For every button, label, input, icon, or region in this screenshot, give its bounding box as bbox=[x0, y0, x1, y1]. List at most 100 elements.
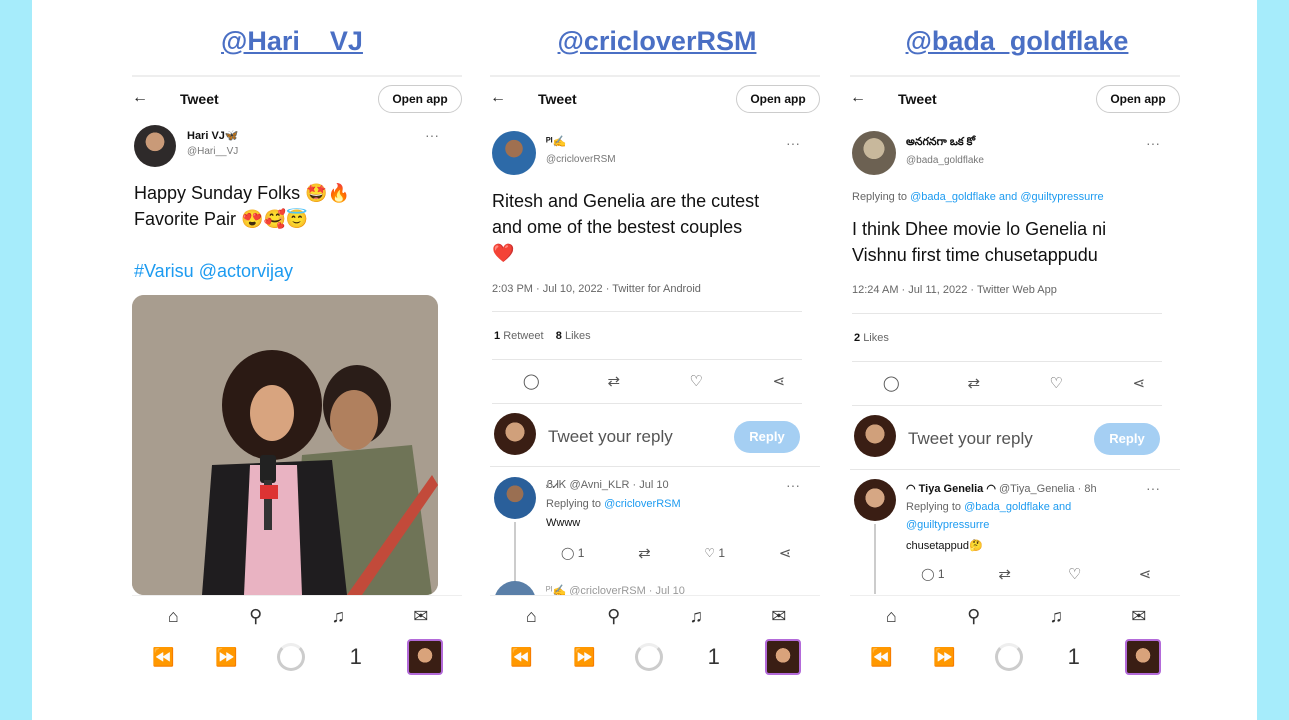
tab-count[interactable]: 1 bbox=[344, 644, 368, 670]
profile-avatar[interactable] bbox=[764, 639, 801, 675]
avatar[interactable] bbox=[134, 125, 176, 167]
thread-line bbox=[514, 522, 516, 582]
author-handle[interactable]: @cricloverRSM bbox=[546, 154, 616, 165]
more-dots-icon[interactable]: ··· bbox=[786, 135, 800, 151]
author-name[interactable]: అనగనగా ఒక కో️ bbox=[906, 136, 975, 151]
comment-icon[interactable]: ◯ bbox=[881, 374, 901, 392]
comment-icon[interactable]: ◯ bbox=[521, 372, 541, 390]
heart-icon[interactable]: ♡ bbox=[1046, 374, 1066, 392]
replying-to: Replying to @bada_goldflake and @guiltyp… bbox=[852, 191, 1104, 203]
loading-spinner-icon bbox=[634, 643, 663, 671]
reply-input[interactable]: Tweet your reply bbox=[548, 427, 673, 447]
share-icon[interactable]: ⋖ bbox=[775, 544, 795, 562]
replying-to-link-2[interactable]: @guiltypressurre bbox=[906, 519, 989, 531]
home-icon[interactable]: ⌂ bbox=[161, 606, 185, 627]
bell-icon[interactable]: ♫ bbox=[326, 606, 350, 627]
reply-comment-count: 1 bbox=[577, 546, 585, 560]
reply-input[interactable]: Tweet your reply bbox=[908, 429, 1033, 449]
forward-icon[interactable]: ⏩ bbox=[932, 647, 956, 668]
replying-to-link[interactable]: @bada_goldflake and @guiltypressurre bbox=[910, 191, 1104, 203]
share-icon[interactable]: ⋖ bbox=[1129, 374, 1149, 392]
reply-header[interactable]: ◠ Tiya Genelia ◠ @Tiya_Genelia · 8h bbox=[906, 482, 1097, 495]
forward-icon[interactable]: ⏩ bbox=[572, 647, 596, 668]
rewind-icon[interactable]: ⏪ bbox=[151, 647, 175, 668]
reply-like-button[interactable]: ♡ 1 bbox=[704, 546, 725, 560]
like-label[interactable]: Likes bbox=[565, 330, 591, 342]
profile-avatar[interactable] bbox=[1124, 639, 1161, 675]
retweet-icon[interactable]: ⇄ bbox=[964, 374, 984, 392]
replying-to-link[interactable]: @bada_goldflake and bbox=[964, 501, 1071, 513]
open-app-button[interactable]: Open app bbox=[736, 85, 820, 113]
tweet-photo-illustration bbox=[132, 295, 438, 595]
open-app-button[interactable]: Open app bbox=[1096, 85, 1180, 113]
retweet-icon[interactable]: ⇄ bbox=[995, 565, 1015, 583]
forward-icon[interactable]: ⏩ bbox=[214, 647, 238, 668]
tweet-panel-2: ← Tweet Open app ᴾᴵ✍️ @cricloverRSM ··· … bbox=[490, 75, 820, 695]
retweet-count[interactable]: 1 bbox=[494, 330, 500, 342]
bottom-nav: ⌂ ⚲ ♫ ✉ bbox=[850, 595, 1180, 636]
author-name[interactable]: Hari VJ🦋 bbox=[187, 129, 239, 142]
search-icon[interactable]: ⚲ bbox=[962, 606, 986, 627]
retweet-icon[interactable]: ⇄ bbox=[604, 372, 624, 390]
reply-author-avatar[interactable] bbox=[494, 477, 536, 519]
divider bbox=[850, 469, 1180, 470]
reply-comment-button[interactable]: ◯ 1 bbox=[921, 567, 944, 581]
tweet-topbar: ← Tweet Open app bbox=[132, 75, 462, 121]
mail-icon[interactable]: ✉ bbox=[767, 606, 791, 627]
reply-header[interactable]: ᏰᏗᏦ @Avni_KLR · Jul 10 bbox=[546, 479, 669, 492]
open-app-button[interactable]: Open app bbox=[378, 85, 462, 113]
author-handle[interactable]: @Hari__VJ bbox=[187, 146, 238, 157]
heart-icon[interactable]: ♡ bbox=[686, 372, 706, 390]
tweet-meta: 2:03 PM · Jul 10, 2022 · Twitter for And… bbox=[492, 283, 701, 295]
more-dots-icon[interactable]: ··· bbox=[1146, 135, 1160, 151]
reply-comment-button[interactable]: ◯ 1 bbox=[561, 546, 584, 560]
tweet-text-line-2: Vishnu first time chusetappudu bbox=[852, 245, 1098, 265]
replying-to-link[interactable]: @cricloverRSM bbox=[604, 498, 681, 510]
reply-author-avatar[interactable] bbox=[854, 479, 896, 521]
back-arrow-icon[interactable]: ← bbox=[850, 89, 866, 107]
tweet-hashtags[interactable]: #Varisu @actorvijay bbox=[134, 258, 293, 284]
back-arrow-icon[interactable]: ← bbox=[132, 89, 148, 107]
share-icon[interactable]: ⋖ bbox=[1135, 565, 1155, 583]
back-arrow-icon[interactable]: ← bbox=[490, 89, 506, 107]
avatar[interactable] bbox=[852, 131, 896, 175]
heart-icon[interactable]: ♡ bbox=[1065, 565, 1085, 583]
profile-avatar[interactable] bbox=[406, 639, 443, 675]
rewind-icon[interactable]: ⏪ bbox=[869, 647, 893, 668]
reply-avatar bbox=[494, 413, 536, 455]
more-dots-icon[interactable]: ··· bbox=[425, 127, 439, 143]
mail-icon[interactable]: ✉ bbox=[409, 606, 433, 627]
home-icon[interactable]: ⌂ bbox=[519, 606, 543, 627]
column-title-2: @cricloverRSM bbox=[557, 26, 757, 56]
like-label[interactable]: Likes bbox=[863, 332, 889, 344]
reply-comment-count: 1 bbox=[937, 567, 945, 581]
tab-count[interactable]: 1 bbox=[702, 644, 726, 670]
retweet-icon[interactable]: ⇄ bbox=[634, 544, 654, 562]
reply-author-name[interactable]: ◠ Tiya Genelia ◠ bbox=[906, 483, 996, 495]
author-handle[interactable]: @bada_goldflake bbox=[906, 155, 984, 166]
bell-icon[interactable]: ♫ bbox=[684, 606, 708, 627]
retweet-label[interactable]: Retweet bbox=[503, 330, 543, 342]
tweet-text-line-1: I think Dhee movie lo Genelia ni bbox=[852, 219, 1107, 239]
tweet-photo[interactable] bbox=[132, 295, 438, 595]
rewind-icon[interactable]: ⏪ bbox=[509, 647, 533, 668]
home-icon[interactable]: ⌂ bbox=[879, 606, 903, 627]
like-count[interactable]: 2 bbox=[854, 332, 860, 344]
browser-toolbar: ⏪ ⏩ 1 bbox=[132, 637, 462, 677]
reply-author-handle[interactable]: @Tiya_Genelia · 8h bbox=[999, 483, 1097, 495]
tweet-text-line-1: Happy Sunday Folks 🤩🔥 bbox=[134, 183, 350, 203]
like-count[interactable]: 8 bbox=[556, 330, 562, 342]
search-icon[interactable]: ⚲ bbox=[244, 606, 268, 627]
reply-button[interactable]: Reply bbox=[734, 421, 800, 453]
more-dots-icon[interactable]: ··· bbox=[1146, 480, 1160, 496]
search-icon[interactable]: ⚲ bbox=[602, 606, 626, 627]
tab-count[interactable]: 1 bbox=[1062, 644, 1086, 670]
more-dots-icon[interactable]: ··· bbox=[786, 477, 800, 493]
avatar[interactable] bbox=[492, 131, 536, 175]
reply-button[interactable]: Reply bbox=[1094, 423, 1160, 455]
mail-icon[interactable]: ✉ bbox=[1127, 606, 1151, 627]
author-name[interactable]: ᴾᴵ✍️ bbox=[546, 135, 566, 148]
replying-to: Replying to @cricloverRSM bbox=[546, 498, 681, 510]
bell-icon[interactable]: ♫ bbox=[1044, 606, 1068, 627]
share-icon[interactable]: ⋖ bbox=[769, 372, 789, 390]
